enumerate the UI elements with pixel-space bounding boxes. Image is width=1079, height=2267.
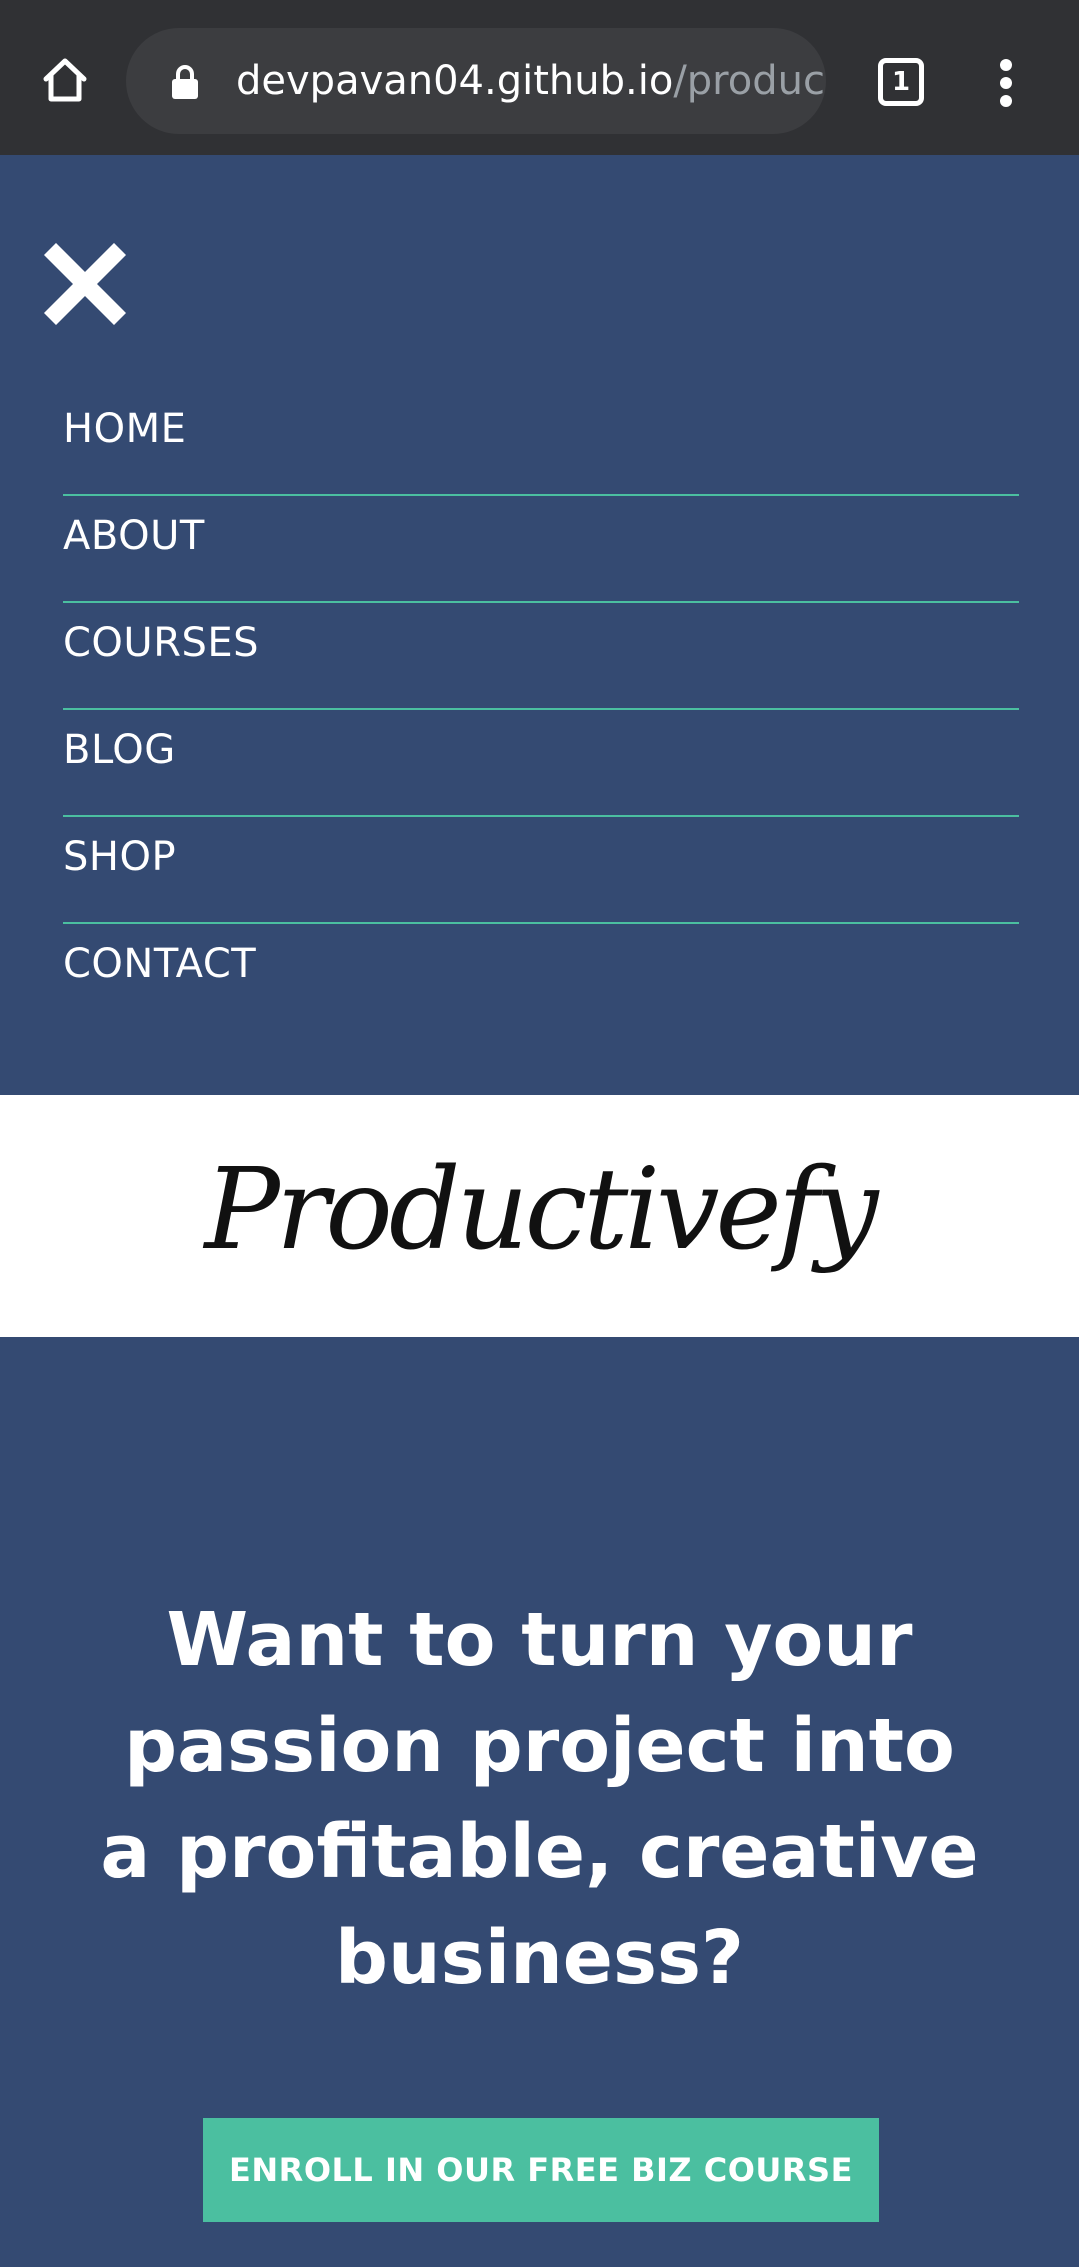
url-path: /product bbox=[673, 58, 826, 104]
kebab-dot bbox=[1000, 77, 1012, 89]
nav-item-courses[interactable]: COURSES bbox=[63, 603, 1019, 710]
tab-count: 1 bbox=[891, 67, 911, 97]
close-menu-button[interactable] bbox=[43, 242, 127, 326]
close-icon bbox=[43, 242, 127, 326]
home-button[interactable] bbox=[30, 45, 100, 115]
kebab-menu-icon bbox=[1000, 59, 1012, 71]
home-icon bbox=[43, 58, 87, 102]
tab-switcher-button[interactable]: 1 bbox=[873, 53, 929, 109]
nav-item-label: BLOG bbox=[63, 727, 176, 773]
site-logo[interactable]: Productivefy bbox=[0, 1135, 1079, 1285]
nav-item-label: COURSES bbox=[63, 620, 260, 666]
nav-item-about[interactable]: ABOUT bbox=[63, 496, 1019, 603]
nav-item-shop[interactable]: SHOP bbox=[63, 817, 1019, 924]
kebab-dot bbox=[1000, 95, 1012, 107]
nav-item-label: ABOUT bbox=[63, 513, 205, 559]
address-bar[interactable]: devpavan04.github.io/product bbox=[126, 28, 826, 134]
nav-item-blog[interactable]: BLOG bbox=[63, 710, 1019, 817]
tab-switcher-icon: 1 bbox=[878, 58, 924, 106]
nav-item-label: CONTACT bbox=[63, 941, 257, 987]
hero-section: Want to turn your passion project into a… bbox=[0, 1337, 1079, 2267]
hero-heading: Want to turn your passion project into a… bbox=[100, 1597, 979, 2001]
nav-item-label: HOME bbox=[63, 406, 187, 452]
nav-item-contact[interactable]: CONTACT bbox=[63, 924, 1019, 1031]
nav-list: HOME ABOUT COURSES BLOG SHOP CONTACT bbox=[63, 389, 1019, 1031]
enroll-course-button[interactable]: ENROLL IN OUR FREE BIZ COURSE bbox=[203, 2118, 879, 2222]
nav-item-label: SHOP bbox=[63, 834, 177, 880]
logo-band: Productivefy bbox=[0, 1095, 1079, 1337]
browser-toolbar: devpavan04.github.io/product 1 bbox=[0, 0, 1079, 155]
url-host: devpavan04.github.io bbox=[236, 58, 674, 104]
browser-menu-button[interactable] bbox=[985, 55, 1027, 111]
lock-icon bbox=[172, 65, 198, 99]
url-text: devpavan04.github.io/product bbox=[236, 54, 826, 108]
mobile-nav-panel: HOME ABOUT COURSES BLOG SHOP CONTACT bbox=[0, 155, 1079, 1095]
nav-item-home[interactable]: HOME bbox=[63, 389, 1019, 496]
